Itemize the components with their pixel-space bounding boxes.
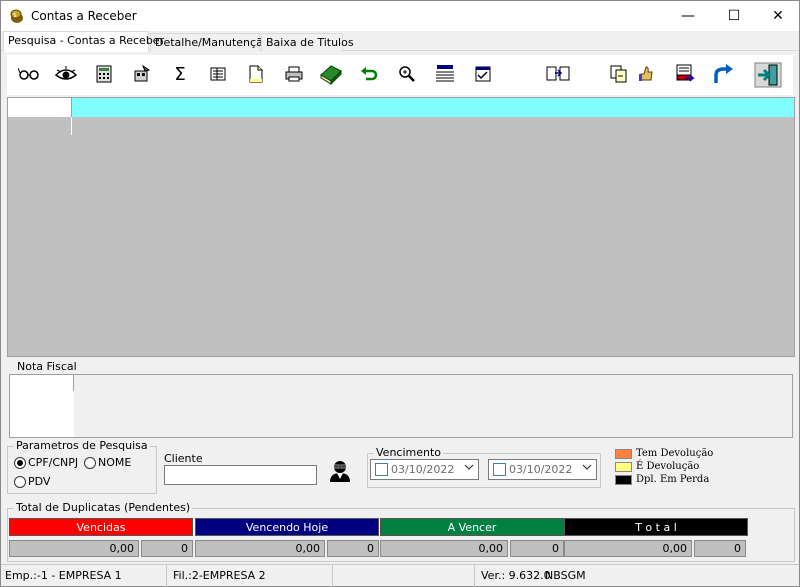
exit-icon[interactable] [753,61,783,89]
vencidas-bar: Vencidas [9,518,193,536]
date-to-picker[interactable]: 03/10/2022 [488,459,597,480]
date-from-value: 03/10/2022 [391,463,455,476]
glasses-icon[interactable] [16,61,42,87]
toolbar: Σ [7,55,793,95]
export-icon[interactable] [672,61,698,87]
date-from-checkbox[interactable] [375,463,388,476]
total-bar: T o t a l [564,518,748,536]
legend-swatch-black [615,474,632,485]
report-icon[interactable] [205,61,231,87]
sigma-icon[interactable]: Σ [167,61,193,87]
nf-grid-rows [10,391,74,437]
params-group: Parametros de Pesquisa CPF/CNPJ NOME PDV [7,439,157,494]
results-grid[interactable] [7,97,795,357]
tab-baixa[interactable]: Baixa de Titulos [261,33,354,51]
thumbs-up-icon[interactable] [633,61,659,87]
maximize-button[interactable]: ☐ [711,1,757,31]
a-vencer-bar: A Vencer [380,518,564,536]
grid-corner [8,98,72,117]
undo-icon[interactable] [356,61,382,87]
cliente-label: Cliente [164,452,203,465]
transfer-icon[interactable] [545,61,571,87]
chevron-down-icon[interactable] [582,462,592,475]
total-value: 0,00 [564,540,692,557]
eye-icon[interactable] [53,61,79,87]
totals-legend: Total de Duplicatas (Pendentes) [14,501,193,514]
redo-arrow-icon[interactable] [710,61,736,87]
legend-swatch-yellow [615,461,632,472]
window-title: Contas a Receber [31,9,137,23]
tab-pesquisa[interactable]: Pesquisa - Contas a Receber [3,31,164,52]
status-filial: Fil.:2-EMPRESA 2 [169,565,333,587]
book-icon[interactable] [318,61,344,87]
nome-radio[interactable]: NOME [84,456,131,469]
nome-radio-dot[interactable] [84,456,96,469]
title-bar: $ Contas a Receber — ☐ ✕ [1,1,799,31]
vencimento-legend: Vencimento [374,446,444,459]
cpf-radio-label: CPF/CNPJ [28,456,79,469]
close-button[interactable]: ✕ [755,1,800,31]
cliente-input[interactable] [164,465,317,485]
minimize-button[interactable]: — [665,1,711,31]
status-empresa: Emp.:-1 - EMPRESA 1 [1,565,167,587]
date-to-value: 03/10/2022 [509,463,573,476]
status-sistema: NBSGM [545,569,586,582]
svg-text:$: $ [13,12,17,19]
nota-fiscal-group: Nota Fiscal [7,360,795,440]
checklist-icon[interactable] [470,61,496,87]
date-from-picker[interactable]: 03/10/2022 [370,459,479,480]
legend-swatch-orange [615,448,632,459]
copy-icon[interactable] [606,61,632,87]
nome-radio-label: NOME [98,456,132,469]
zoom-icon[interactable] [394,61,420,87]
status-empty [335,565,475,587]
nota-fiscal-legend: Nota Fiscal [15,360,79,373]
grid-row-indicator [71,117,72,135]
tab-detalhe[interactable]: Detalhe/Manutenção [150,33,270,51]
pdv-radio[interactable]: PDV [14,475,50,488]
legend-label: Dpl. Em Perda [636,474,710,485]
settings-icon[interactable] [129,61,155,87]
vencendo-hoje-value: 0,00 [195,540,325,557]
pdv-radio-label: PDV [28,475,51,488]
legend-label: Tem Devolução [636,448,714,459]
vencidas-count: 0 [141,540,193,557]
legend-dpl-em-perda: Dpl. Em Perda [615,474,709,485]
legend-label: É Devolução [636,461,700,472]
legend-e-devolucao: É Devolução [615,461,699,472]
a-vencer-value: 0,00 [380,540,508,557]
status-versao: Ver.: 9.632.0 [481,569,551,582]
new-document-icon[interactable] [243,61,269,87]
vencendo-hoje-count: 0 [327,540,379,557]
chevron-down-icon[interactable] [464,462,474,475]
app-icon: $ [9,8,25,24]
calculator-icon[interactable] [91,61,117,87]
legend-tem-devolucao: Tem Devolução [615,448,713,459]
pdv-radio-dot[interactable] [14,475,26,488]
vencidas-value: 0,00 [9,540,139,557]
grid-header [72,98,794,117]
params-legend: Parametros de Pesquisa [14,439,150,452]
status-bar: Emp.:-1 - EMPRESA 1 Fil.:2-EMPRESA 2 Ver… [1,564,799,587]
nf-grid-corner [10,375,74,391]
main-window: $ Contas a Receber — ☐ ✕ Pesquisa - Cont… [0,0,800,587]
tab-bar: Pesquisa - Contas a Receber Detalhe/Manu… [1,31,799,52]
date-to-checkbox[interactable] [493,463,506,476]
a-vencer-count: 0 [510,540,564,557]
nota-fiscal-grid[interactable] [9,374,793,438]
printer-icon[interactable] [281,61,307,87]
client-search-icon[interactable] [328,459,352,483]
cpf-radio-dot[interactable] [14,456,26,469]
vencendo-hoje-bar: Vencendo Hoje [195,518,379,536]
total-count: 0 [694,540,746,557]
cpf-radio[interactable]: CPF/CNPJ [14,456,78,469]
list-icon[interactable] [432,61,458,87]
